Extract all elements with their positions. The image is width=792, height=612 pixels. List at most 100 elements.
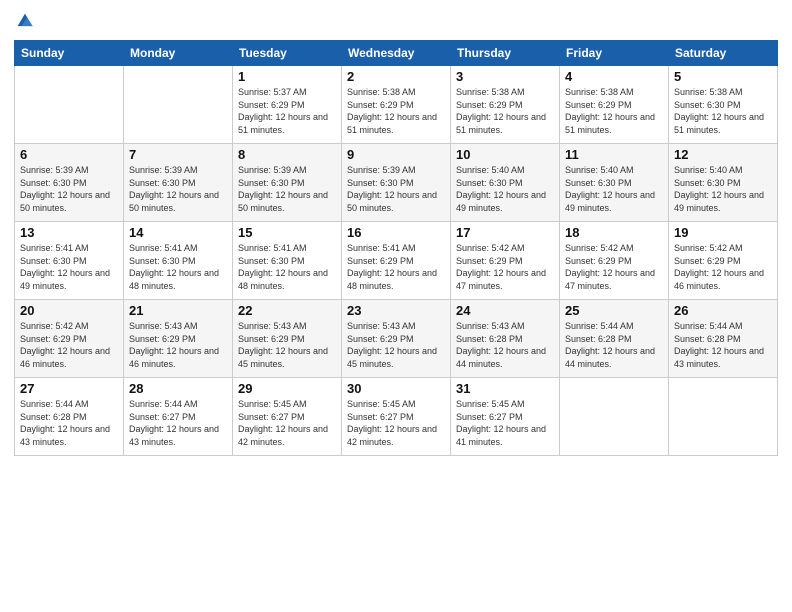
day-info: Sunrise: 5:45 AM Sunset: 6:27 PM Dayligh… [347, 398, 445, 448]
weekday-header: Friday [560, 41, 669, 66]
calendar-cell: 30 Sunrise: 5:45 AM Sunset: 6:27 PM Dayli… [342, 378, 451, 456]
calendar-cell: 9Sunrise: 5:39 AM Sunset: 6:30 PM Daylig… [342, 144, 451, 222]
day-number: 31 [456, 381, 554, 396]
calendar-cell [15, 66, 124, 144]
day-number: 16 [347, 225, 445, 240]
day-number: 22 [238, 303, 336, 318]
day-info: Sunrise: 5:44 AM Sunset: 6:28 PM Dayligh… [565, 320, 663, 370]
day-info: Sunrise: 5:39 AM Sunset: 6:30 PM Dayligh… [20, 164, 118, 214]
day-number: 20 [20, 303, 118, 318]
day-info: Sunrise: 5:43 AM Sunset: 6:28 PM Dayligh… [456, 320, 554, 370]
weekday-header: Saturday [669, 41, 778, 66]
calendar-cell [124, 66, 233, 144]
calendar-cell: 2 Sunrise: 5:38 AM Sunset: 6:29 PM Daylig… [342, 66, 451, 144]
calendar-cell: 16 Sunrise: 5:41 AM Sunset: 6:29 PM Dayli… [342, 222, 451, 300]
weekday-header: Monday [124, 41, 233, 66]
calendar-cell: 4 Sunrise: 5:38 AM Sunset: 6:29 PM Daylig… [560, 66, 669, 144]
day-number: 27 [20, 381, 118, 396]
day-info: Sunrise: 5:44 AM Sunset: 6:28 PM Dayligh… [674, 320, 772, 370]
day-number: 7 [129, 147, 227, 162]
calendar-cell: 7 Sunrise: 5:39 AM Sunset: 6:30 PM Daylig… [124, 144, 233, 222]
day-info: Sunrise: 5:40 AM Sunset: 6:30 PM Dayligh… [565, 164, 663, 214]
day-info: Sunrise: 5:42 AM Sunset: 6:29 PM Dayligh… [456, 242, 554, 292]
day-number: 25 [565, 303, 663, 318]
calendar-cell: 1Sunrise: 5:37 AM Sunset: 6:29 PM Daylig… [233, 66, 342, 144]
day-info: Sunrise: 5:42 AM Sunset: 6:29 PM Dayligh… [674, 242, 772, 292]
calendar-cell: 5 Sunrise: 5:38 AM Sunset: 6:30 PM Daylig… [669, 66, 778, 144]
day-number: 5 [674, 69, 772, 84]
calendar-header: SundayMondayTuesdayWednesdayThursdayFrid… [15, 41, 778, 66]
calendar-cell: 27 Sunrise: 5:44 AM Sunset: 6:28 PM Dayli… [15, 378, 124, 456]
day-info: Sunrise: 5:38 AM Sunset: 6:29 PM Dayligh… [347, 86, 445, 136]
day-number: 4 [565, 69, 663, 84]
calendar-cell: 22 Sunrise: 5:43 AM Sunset: 6:29 PM Dayli… [233, 300, 342, 378]
day-info: Sunrise: 5:45 AM Sunset: 6:27 PM Dayligh… [456, 398, 554, 448]
calendar-cell: 13 Sunrise: 5:41 AM Sunset: 6:30 PM Dayli… [15, 222, 124, 300]
day-number: 6 [20, 147, 118, 162]
day-number: 8 [238, 147, 336, 162]
calendar-week-row: 27 Sunrise: 5:44 AM Sunset: 6:28 PM Dayli… [15, 378, 778, 456]
day-info: Sunrise: 5:39 AM Sunset: 6:30 PM Dayligh… [129, 164, 227, 214]
day-info: Sunrise: 5:45 AM Sunset: 6:27 PM Dayligh… [238, 398, 336, 448]
calendar-cell: 11Sunrise: 5:40 AM Sunset: 6:30 PM Dayli… [560, 144, 669, 222]
calendar-cell [560, 378, 669, 456]
calendar-cell: 15 Sunrise: 5:41 AM Sunset: 6:30 PM Dayli… [233, 222, 342, 300]
day-number: 26 [674, 303, 772, 318]
day-number: 15 [238, 225, 336, 240]
day-number: 18 [565, 225, 663, 240]
day-info: Sunrise: 5:39 AM Sunset: 6:30 PM Dayligh… [347, 164, 445, 214]
day-number: 1 [238, 69, 336, 84]
day-number: 29 [238, 381, 336, 396]
calendar-week-row: 6 Sunrise: 5:39 AM Sunset: 6:30 PM Daylig… [15, 144, 778, 222]
calendar-cell: 24Sunrise: 5:43 AM Sunset: 6:28 PM Dayli… [451, 300, 560, 378]
day-number: 2 [347, 69, 445, 84]
calendar-cell: 26 Sunrise: 5:44 AM Sunset: 6:28 PM Dayli… [669, 300, 778, 378]
calendar-cell: 21Sunrise: 5:43 AM Sunset: 6:29 PM Dayli… [124, 300, 233, 378]
calendar-cell: 14 Sunrise: 5:41 AM Sunset: 6:30 PM Dayli… [124, 222, 233, 300]
day-info: Sunrise: 5:41 AM Sunset: 6:30 PM Dayligh… [238, 242, 336, 292]
day-info: Sunrise: 5:39 AM Sunset: 6:30 PM Dayligh… [238, 164, 336, 214]
calendar-cell [669, 378, 778, 456]
calendar-cell: 18 Sunrise: 5:42 AM Sunset: 6:29 PM Dayli… [560, 222, 669, 300]
calendar-week-row: 1Sunrise: 5:37 AM Sunset: 6:29 PM Daylig… [15, 66, 778, 144]
day-number: 21 [129, 303, 227, 318]
weekday-header: Sunday [15, 41, 124, 66]
day-info: Sunrise: 5:38 AM Sunset: 6:29 PM Dayligh… [565, 86, 663, 136]
day-info: Sunrise: 5:41 AM Sunset: 6:30 PM Dayligh… [20, 242, 118, 292]
weekday-row: SundayMondayTuesdayWednesdayThursdayFrid… [15, 41, 778, 66]
day-info: Sunrise: 5:41 AM Sunset: 6:30 PM Dayligh… [129, 242, 227, 292]
day-number: 12 [674, 147, 772, 162]
calendar-cell: 3Sunrise: 5:38 AM Sunset: 6:29 PM Daylig… [451, 66, 560, 144]
logo-icon [14, 10, 36, 32]
page: SundayMondayTuesdayWednesdayThursdayFrid… [0, 0, 792, 612]
day-number: 10 [456, 147, 554, 162]
day-number: 14 [129, 225, 227, 240]
calendar-cell: 31 Sunrise: 5:45 AM Sunset: 6:27 PM Dayli… [451, 378, 560, 456]
calendar-cell: 10Sunrise: 5:40 AM Sunset: 6:30 PM Dayli… [451, 144, 560, 222]
calendar: SundayMondayTuesdayWednesdayThursdayFrid… [14, 40, 778, 456]
day-info: Sunrise: 5:44 AM Sunset: 6:27 PM Dayligh… [129, 398, 227, 448]
logo [14, 10, 38, 32]
day-info: Sunrise: 5:40 AM Sunset: 6:30 PM Dayligh… [674, 164, 772, 214]
day-info: Sunrise: 5:43 AM Sunset: 6:29 PM Dayligh… [347, 320, 445, 370]
calendar-cell: 17Sunrise: 5:42 AM Sunset: 6:29 PM Dayli… [451, 222, 560, 300]
day-info: Sunrise: 5:41 AM Sunset: 6:29 PM Dayligh… [347, 242, 445, 292]
calendar-week-row: 13 Sunrise: 5:41 AM Sunset: 6:30 PM Dayli… [15, 222, 778, 300]
calendar-cell: 23 Sunrise: 5:43 AM Sunset: 6:29 PM Dayli… [342, 300, 451, 378]
day-info: Sunrise: 5:44 AM Sunset: 6:28 PM Dayligh… [20, 398, 118, 448]
calendar-cell: 6 Sunrise: 5:39 AM Sunset: 6:30 PM Daylig… [15, 144, 124, 222]
day-number: 23 [347, 303, 445, 318]
weekday-header: Thursday [451, 41, 560, 66]
day-number: 13 [20, 225, 118, 240]
day-info: Sunrise: 5:38 AM Sunset: 6:30 PM Dayligh… [674, 86, 772, 136]
day-number: 28 [129, 381, 227, 396]
day-info: Sunrise: 5:42 AM Sunset: 6:29 PM Dayligh… [20, 320, 118, 370]
day-info: Sunrise: 5:42 AM Sunset: 6:29 PM Dayligh… [565, 242, 663, 292]
weekday-header: Tuesday [233, 41, 342, 66]
day-number: 30 [347, 381, 445, 396]
calendar-cell: 12 Sunrise: 5:40 AM Sunset: 6:30 PM Dayli… [669, 144, 778, 222]
calendar-cell: 25 Sunrise: 5:44 AM Sunset: 6:28 PM Dayli… [560, 300, 669, 378]
calendar-cell: 28 Sunrise: 5:44 AM Sunset: 6:27 PM Dayli… [124, 378, 233, 456]
header [14, 10, 778, 32]
day-info: Sunrise: 5:43 AM Sunset: 6:29 PM Dayligh… [238, 320, 336, 370]
